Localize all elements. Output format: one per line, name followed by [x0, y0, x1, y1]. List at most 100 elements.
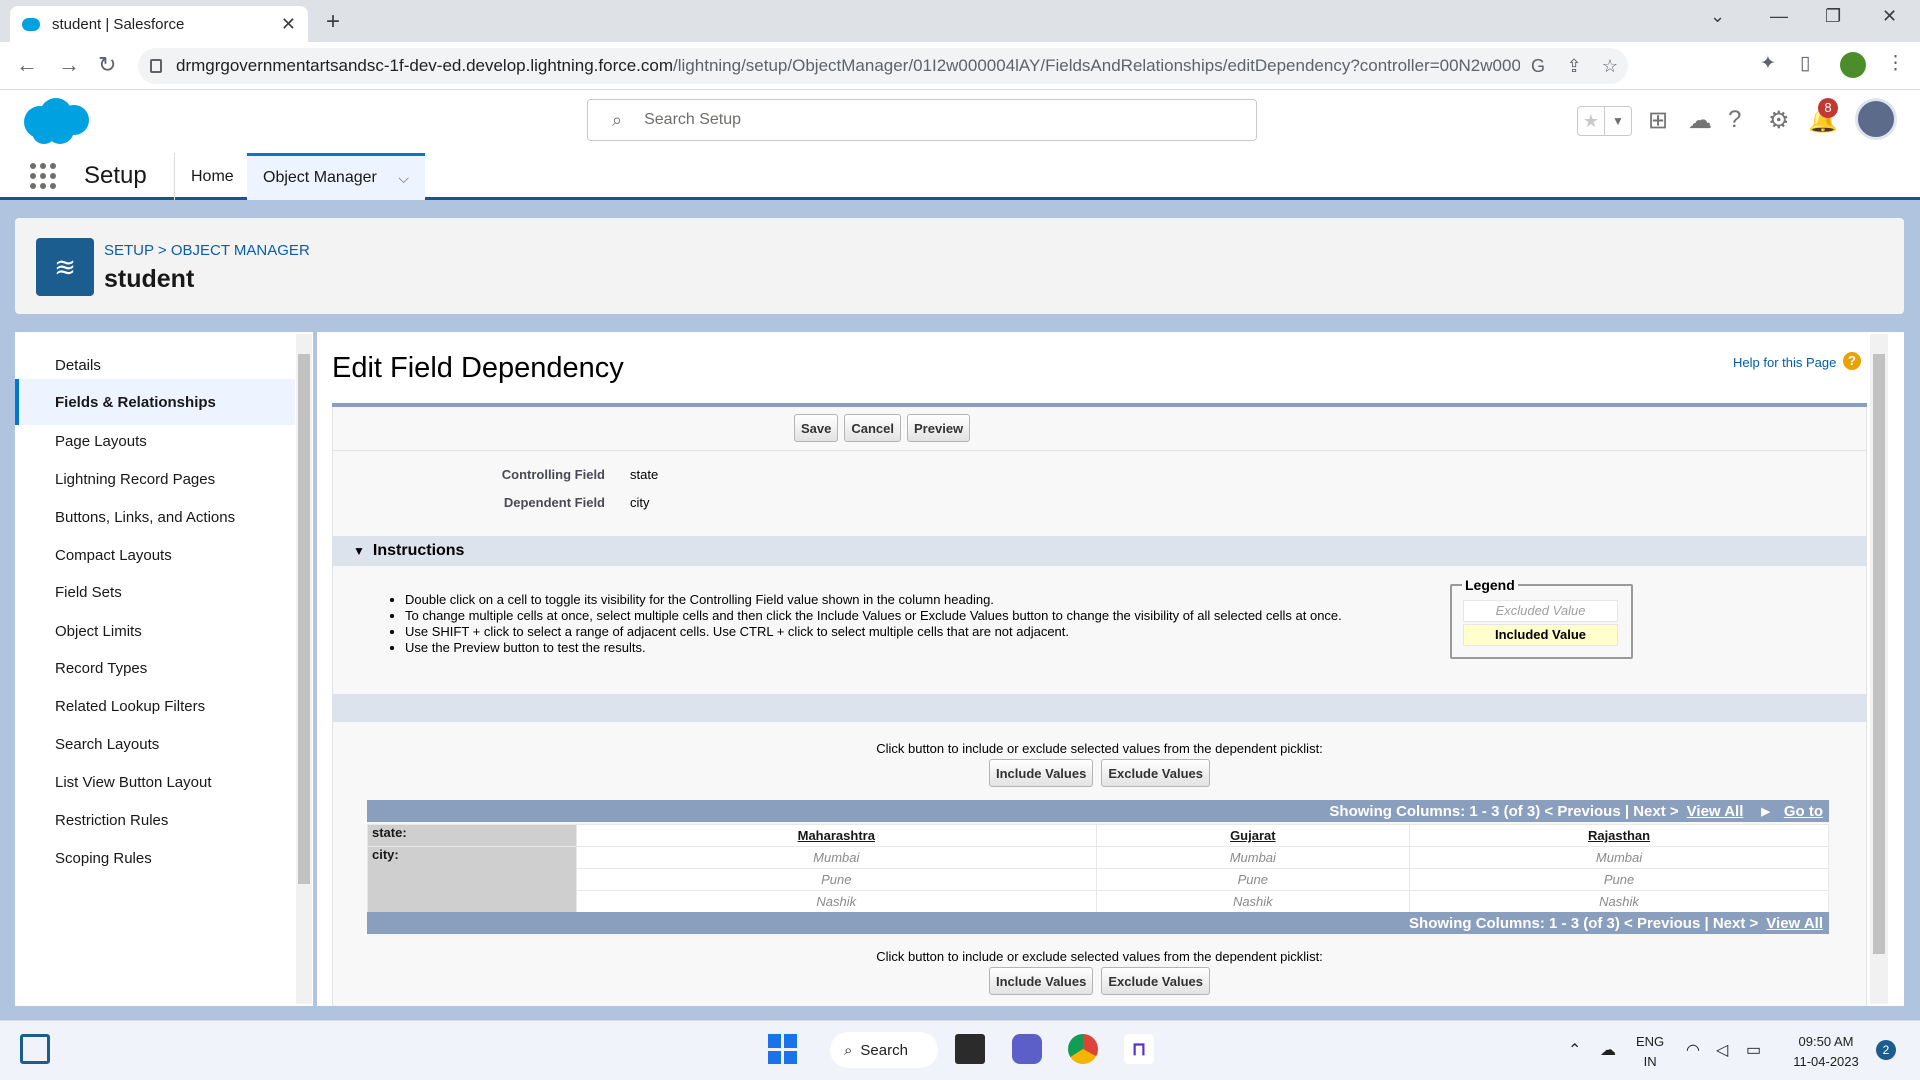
- showing-columns-text[interactable]: Showing Columns: 1 - 3 (of 3) < Previous…: [1329, 803, 1678, 820]
- new-tab-icon[interactable]: +: [326, 8, 340, 36]
- tab-object-manager[interactable]: Object Manager ⌵: [247, 153, 425, 200]
- cancel-button[interactable]: Cancel: [844, 414, 902, 442]
- state-row-label: state:: [367, 824, 577, 847]
- salesforce-logo[interactable]: [20, 96, 92, 146]
- chevron-down-icon[interactable]: ⌵: [398, 170, 409, 187]
- chevron-down-icon[interactable]: ▼: [1604, 107, 1631, 135]
- instruction-item: To change multiple cells at once, select…: [405, 608, 1342, 624]
- taskbar-search-label: Search: [860, 1041, 908, 1059]
- column-header-maharashtra[interactable]: Maharashtra: [576, 824, 1097, 847]
- tab-home-label: Home: [191, 167, 234, 185]
- matrix-cell[interactable]: Nashik: [1095, 890, 1411, 913]
- app-icon[interactable]: ⊓: [1124, 1034, 1154, 1064]
- forward-icon[interactable]: →: [58, 52, 80, 78]
- extensions-icon[interactable]: ✦: [1760, 52, 1776, 75]
- main-scrollbar[interactable]: [1870, 334, 1888, 1004]
- table-row: Nashik Nashik Nashik: [368, 890, 1829, 913]
- exclude-values-button[interactable]: Exclude Values: [1101, 759, 1210, 787]
- close-window-icon[interactable]: ✕: [1882, 6, 1897, 27]
- onedrive-icon[interactable]: ☁: [1600, 1040, 1616, 1060]
- instruction-item: Double click on a cell to toggle its vis…: [405, 592, 1342, 608]
- teams-chat-icon[interactable]: [1012, 1034, 1042, 1064]
- dependent-field-value: city: [630, 495, 650, 510]
- share-icon[interactable]: ⇪: [1556, 56, 1592, 77]
- lock-icon: [150, 59, 162, 73]
- volume-icon[interactable]: ◁: [1716, 1040, 1728, 1060]
- app-launcher-icon[interactable]: [30, 163, 56, 189]
- menu-icon[interactable]: ⋮: [1886, 52, 1905, 75]
- include-values-button[interactable]: Include Values: [989, 967, 1094, 995]
- dependent-field-label: Dependent Field: [503, 495, 605, 510]
- help-question-icon[interactable]: ?: [1843, 352, 1861, 370]
- taskbar-search[interactable]: ⌕ Search: [830, 1032, 938, 1068]
- table-row: state: Maharashtra Gujarat Rajasthan: [367, 824, 1829, 847]
- minimize-icon[interactable]: —: [1770, 6, 1788, 27]
- help-for-this-page-link[interactable]: Help for this Page: [1733, 355, 1836, 370]
- column-header-gujarat[interactable]: Gujarat: [1095, 824, 1411, 847]
- user-avatar[interactable]: [1855, 98, 1897, 140]
- setup-title: Setup: [84, 162, 147, 189]
- gear-icon[interactable]: ⚙: [1768, 106, 1790, 135]
- matrix-cell[interactable]: Mumbai: [1095, 846, 1411, 869]
- matrix-cell[interactable]: Nashik: [1409, 890, 1829, 913]
- breadcrumb: SETUP > OBJECT MANAGER: [104, 242, 310, 259]
- profile-avatar[interactable]: [1840, 52, 1866, 78]
- sidebar-scrollbar[interactable]: [296, 334, 312, 1004]
- section-band: [333, 694, 1866, 722]
- side-panel-icon[interactable]: ▯: [1800, 52, 1810, 75]
- matrix-cell[interactable]: Nashik: [576, 890, 1097, 913]
- instructions-header[interactable]: ▼ Instructions: [333, 536, 1866, 566]
- reload-icon[interactable]: ↻: [98, 52, 116, 78]
- showing-columns-text[interactable]: Showing Columns: 1 - 3 (of 3) < Previous…: [1409, 915, 1758, 932]
- browser-tab[interactable]: student | Salesforce ✕: [10, 6, 308, 42]
- tab-home[interactable]: Home: [174, 153, 250, 200]
- matrix-cell[interactable]: Mumbai: [1409, 846, 1829, 869]
- help-icon[interactable]: ?: [1728, 106, 1741, 134]
- favorites-button[interactable]: ★ ▼: [1577, 106, 1632, 136]
- star-icon[interactable]: ★: [1578, 107, 1604, 135]
- matrix-cell[interactable]: Pune: [1409, 868, 1829, 891]
- matrix-cell[interactable]: Pune: [1095, 868, 1411, 891]
- breadcrumb-setup[interactable]: SETUP: [104, 242, 154, 259]
- sidebar-item-scoping-rules[interactable]: Scoping Rules: [15, 835, 295, 881]
- preview-button[interactable]: Preview: [907, 414, 971, 442]
- matrix-cell[interactable]: Pune: [576, 868, 1097, 891]
- task-view-icon[interactable]: [955, 1034, 985, 1064]
- breadcrumb-object-manager[interactable]: OBJECT MANAGER: [171, 242, 310, 259]
- chrome-icon[interactable]: [1068, 1034, 1098, 1064]
- include-values-button[interactable]: Include Values: [989, 759, 1094, 787]
- global-actions-icon[interactable]: ⊞: [1648, 106, 1668, 135]
- chevron-up-icon[interactable]: ⌃: [1568, 1040, 1581, 1060]
- save-button[interactable]: Save: [794, 414, 839, 442]
- go-to-triangle-icon: ▶: [1761, 805, 1770, 818]
- view-all-link[interactable]: View All: [1687, 803, 1744, 820]
- column-header-rajasthan[interactable]: Rajasthan: [1409, 824, 1829, 847]
- back-icon[interactable]: ←: [16, 52, 38, 78]
- trailhead-icon[interactable]: ☁: [1688, 106, 1712, 135]
- clock[interactable]: 09:50 AM 11-04-2023: [1786, 1032, 1866, 1072]
- windows-start-icon[interactable]: [768, 1034, 798, 1064]
- battery-icon[interactable]: ▭: [1746, 1040, 1761, 1060]
- collapse-triangle-icon[interactable]: ▼: [353, 544, 365, 558]
- wifi-icon[interactable]: ◠: [1686, 1040, 1700, 1060]
- city-row-label: city:: [367, 846, 577, 913]
- tab-title: student | Salesforce: [52, 15, 185, 33]
- close-tab-icon[interactable]: ✕: [281, 14, 296, 35]
- url-field[interactable]: drmgrgovernmentartsandsc-1f-dev-ed.devel…: [138, 48, 1628, 84]
- search-setup-input[interactable]: ⌕ Search Setup: [587, 99, 1257, 141]
- notification-center-badge[interactable]: 2: [1876, 1040, 1896, 1060]
- bookmark-star-icon[interactable]: ☆: [1592, 56, 1628, 77]
- exclude-values-button[interactable]: Exclude Values: [1101, 967, 1210, 995]
- instructions-title: Instructions: [372, 542, 465, 559]
- language-indicator[interactable]: ENG IN: [1636, 1032, 1664, 1072]
- maximize-icon[interactable]: ❐: [1825, 6, 1841, 27]
- legend-included-value: Included Value: [1463, 624, 1618, 646]
- widgets-icon[interactable]: [20, 1034, 50, 1064]
- browser-tab-bar: student | Salesforce ✕ + ⌄ — ❐ ✕: [0, 0, 1920, 42]
- matrix-cell[interactable]: Mumbai: [576, 846, 1097, 869]
- go-to-link[interactable]: Go to: [1784, 803, 1823, 820]
- google-icon[interactable]: G: [1520, 56, 1556, 77]
- instruction-item: Use SHIFT + click to select a range of a…: [405, 624, 1342, 640]
- view-all-link[interactable]: View All: [1766, 915, 1823, 932]
- tab-search-icon[interactable]: ⌄: [1710, 6, 1725, 27]
